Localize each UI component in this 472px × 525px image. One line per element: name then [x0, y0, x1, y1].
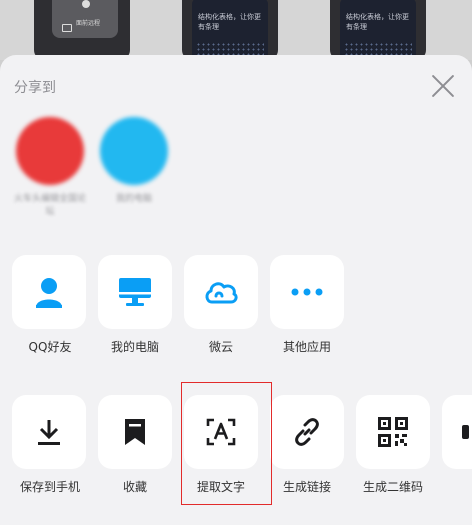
save-to-phone-button[interactable] [12, 395, 86, 469]
background-phone-1: 面前远程 [34, 0, 130, 60]
download-icon [38, 420, 60, 445]
generate-qrcode-label: 生成二维码 [362, 480, 423, 494]
qrcode-icon [378, 417, 408, 447]
recent-contact[interactable]: 火车头编辑全国论坛 [12, 117, 88, 219]
generate-link-label: 生成链接 [282, 480, 331, 494]
partial-icon [462, 425, 469, 439]
share-my-computer-button[interactable] [98, 255, 172, 329]
close-icon[interactable] [430, 73, 456, 99]
more-dots-icon [291, 288, 323, 296]
background-phone-2: 结构化表格，让你更有条理 [182, 0, 278, 60]
share-other-apps-label: 其他应用 [282, 340, 331, 354]
favorite-button[interactable] [98, 395, 172, 469]
contact-name: 火车头编辑全国论坛 [13, 194, 86, 217]
control-panel: 面前远程 [52, 0, 118, 38]
favorite-label: 收藏 [122, 480, 147, 494]
share-weiyun-label: 微云 [208, 340, 233, 354]
share-other-apps-button[interactable] [270, 255, 344, 329]
background-screenshots: 面前远程 结构化表格，让你更有条理 结构化表格，让你更有条理 [0, 0, 472, 60]
share-qq-friend-button[interactable] [12, 255, 86, 329]
contact-avatar [16, 117, 84, 185]
sheet-title: 分享到 [14, 80, 56, 96]
share-my-computer-label: 我的电脑 [110, 340, 159, 354]
background-phone-3: 结构化表格，让你更有条理 [330, 0, 426, 60]
highlight-box [181, 382, 272, 505]
cloud-icon [205, 282, 238, 304]
generate-link-button[interactable] [270, 395, 344, 469]
contact-name: 我的电脑 [115, 194, 152, 204]
bookmark-icon [125, 419, 145, 445]
monitor-icon [119, 278, 151, 306]
recent-contact[interactable]: 我的电脑 [96, 117, 172, 206]
share-weiyun-button[interactable] [184, 255, 258, 329]
generate-qrcode-button[interactable] [356, 395, 430, 469]
link-icon [295, 418, 319, 446]
person-icon [36, 278, 62, 308]
next-action-button[interactable] [442, 395, 472, 469]
contact-avatar [100, 117, 168, 185]
